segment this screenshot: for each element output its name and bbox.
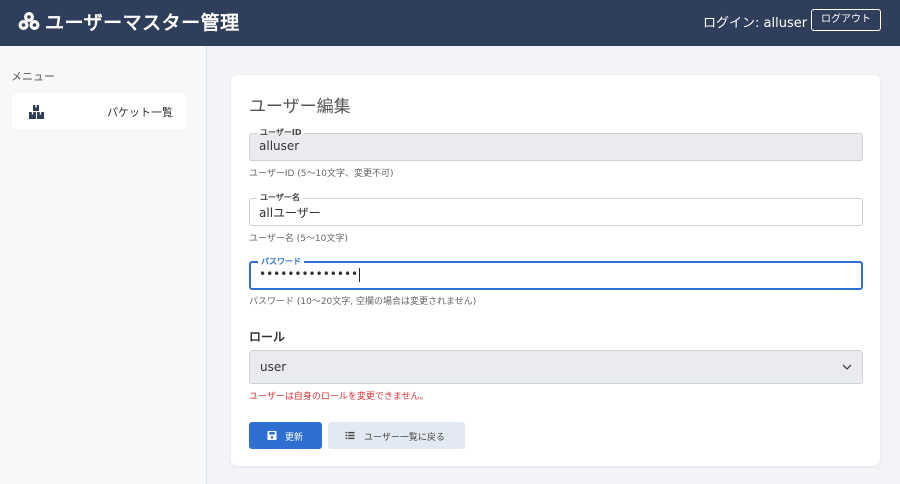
role-selected-value: user <box>260 360 287 374</box>
user-id-field: ユーザーID alluser <box>249 127 863 161</box>
user-edit-card: ユーザー編集 ユーザーID alluser ユーザーID (5～10文字、変更不… <box>231 75 880 466</box>
role-label: ロール <box>249 330 286 344</box>
logout-button[interactable]: ログアウト <box>811 9 881 31</box>
list-icon <box>345 431 355 440</box>
back-to-user-list-button[interactable]: ユーザー一覧に戻る <box>328 422 465 449</box>
password-help: パスワード (10～20文字, 空欄の場合は変更されません) <box>249 297 477 307</box>
password-mask: •••••••••••••• <box>259 267 359 281</box>
main-content: ユーザー編集 ユーザーID alluser ユーザーID (5～10文字、変更不… <box>207 46 900 484</box>
chevron-down-icon <box>842 364 852 370</box>
user-name-input[interactable]: ユーザー名 allユーザー <box>249 192 863 226</box>
save-icon <box>267 431 277 440</box>
role-error-message: ユーザーは自身のロールを変更できません。 <box>249 392 429 402</box>
password-legend: パスワード <box>258 256 304 267</box>
user-id-legend: ユーザーID <box>257 127 305 138</box>
password-value: •••••••••••••• <box>259 267 361 282</box>
sidebar: メニュー パケット一覧 <box>0 46 207 484</box>
password-input[interactable]: パスワード •••••••••••••• <box>249 256 863 290</box>
boxes-icon <box>29 105 44 119</box>
user-name-help: ユーザー名 (5～10文字) <box>249 234 348 244</box>
app-logo-icon <box>18 12 40 30</box>
sidebar-item-label: パケット一覧 <box>107 106 173 119</box>
role-select[interactable]: user <box>249 350 863 384</box>
page-title: ユーザー編集 <box>249 97 351 117</box>
app-title: ユーザーマスター管理 <box>45 12 240 34</box>
text-caret <box>359 267 361 282</box>
menu-heading: メニュー <box>11 70 55 83</box>
update-button[interactable]: 更新 <box>249 422 322 449</box>
login-status: ログイン: alluser <box>703 16 808 31</box>
sidebar-item-packet-list[interactable]: パケット一覧 <box>12 94 187 129</box>
user-id-help: ユーザーID (5～10文字、変更不可) <box>249 169 394 179</box>
back-button-label: ユーザー一覧に戻る <box>364 433 445 443</box>
user-name-legend: ユーザー名 <box>257 192 303 203</box>
update-button-label: 更新 <box>285 433 304 443</box>
app-header: ユーザーマスター管理 ログイン: alluser ログアウト <box>0 0 900 46</box>
user-name-value: allユーザー <box>259 206 321 220</box>
user-id-value: alluser <box>259 139 300 153</box>
